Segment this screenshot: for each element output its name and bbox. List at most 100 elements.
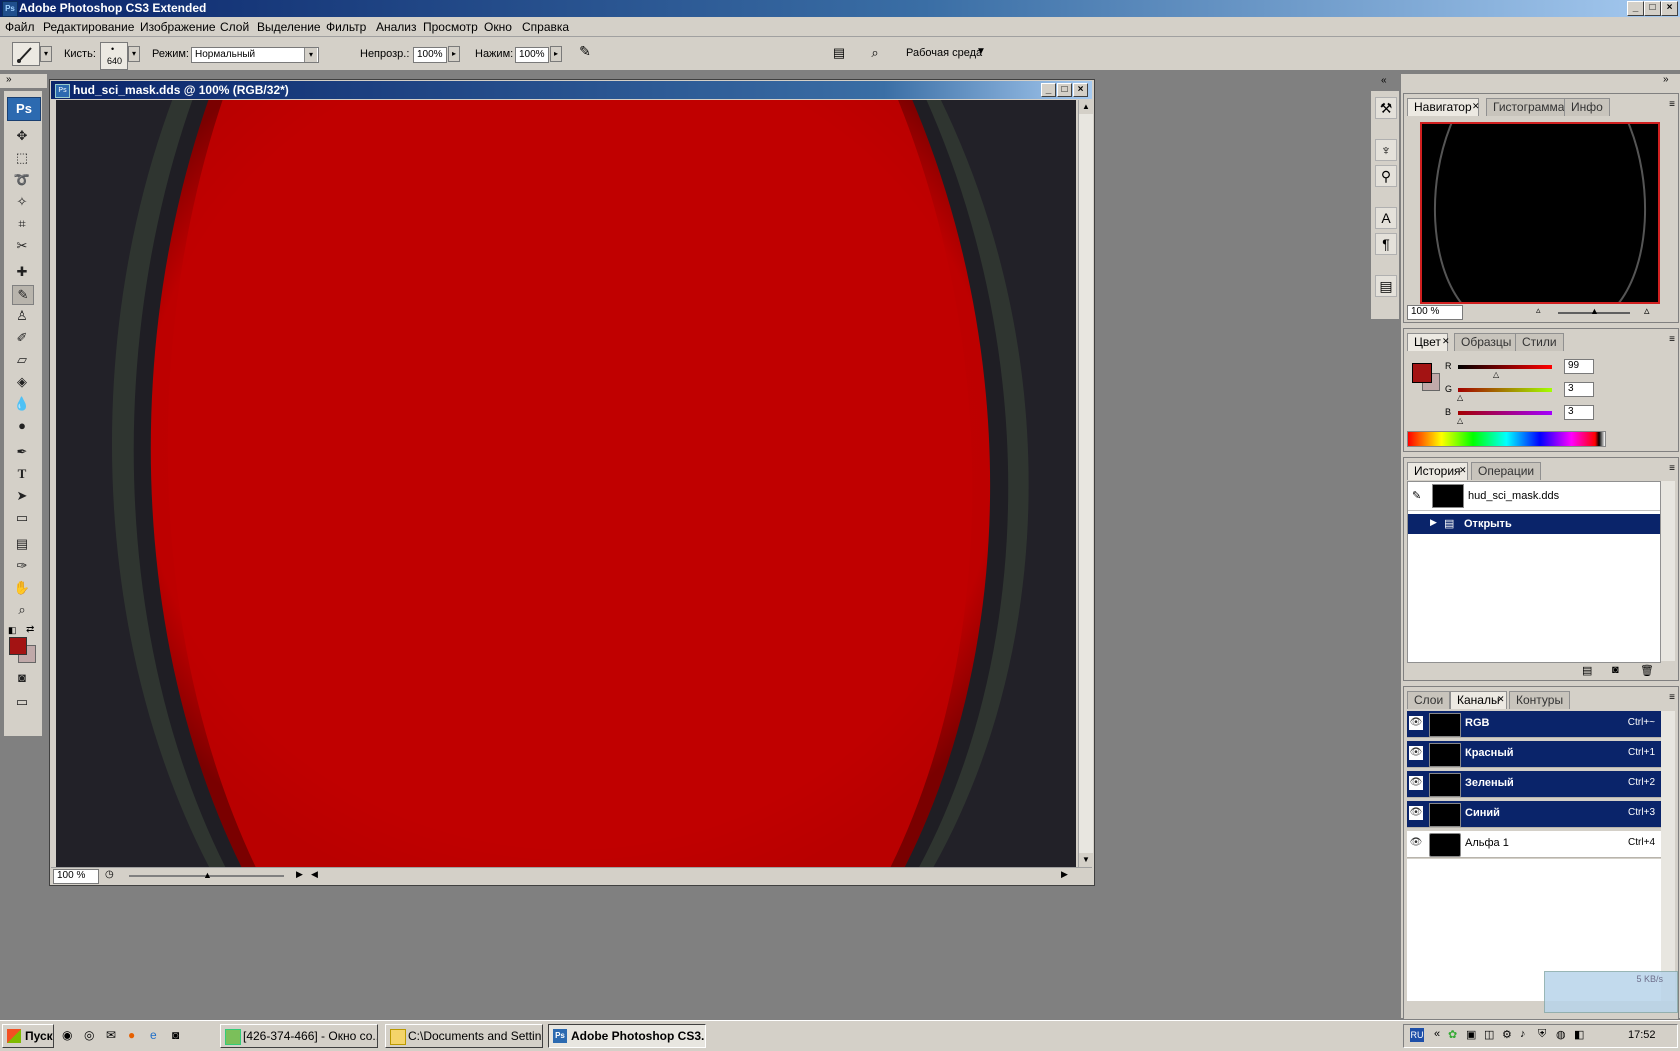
paragraph-icon[interactable]: ¶ [1375, 233, 1397, 255]
minimize-button[interactable]: _ [1627, 1, 1644, 16]
notes-tool-icon[interactable]: ▤ [12, 535, 32, 553]
start-button[interactable]: Пуск [2, 1024, 54, 1048]
tab-close-icon[interactable]: ✕ [1442, 336, 1450, 347]
flow-slider-button[interactable]: ▸ [550, 46, 562, 62]
tray-update-icon[interactable]: ◍ [1556, 1028, 1566, 1041]
bridge-icon[interactable]: ⌕ [864, 45, 886, 61]
image-canvas[interactable] [56, 100, 1076, 867]
channel-row-rgb[interactable]: 👁 RGB Ctrl+~ [1407, 711, 1661, 738]
slice-tool-icon[interactable]: ✂ [12, 237, 32, 255]
crop-tool-icon[interactable]: ⌗ [12, 215, 32, 233]
quicklaunch-desktop-icon[interactable]: ◙ [172, 1028, 179, 1042]
pen-tool-icon[interactable]: ✒ [12, 443, 32, 461]
tab-layers[interactable]: Слои [1407, 691, 1451, 709]
workspace-button[interactable]: Рабочая среда [906, 47, 982, 59]
tool-preset-picker[interactable] [12, 42, 40, 66]
tab-histogram[interactable]: Гистограмма [1486, 98, 1572, 116]
eye-icon[interactable]: 👁 [1409, 746, 1423, 760]
expand-panels-icon[interactable]: » [1663, 74, 1669, 85]
taskbar-button-explorer[interactable]: C:\Documents and Settin... [385, 1024, 543, 1048]
r-slider-track[interactable] [1458, 365, 1552, 369]
paint-bucket-tool-icon[interactable]: ◈ [12, 373, 32, 391]
navigator-zoom-field[interactable]: 100 % [1407, 305, 1463, 320]
blur-tool-icon[interactable]: 💧 [12, 395, 32, 413]
new-snapshot-icon[interactable]: ◙ [1612, 664, 1619, 676]
status-menu-icon[interactable]: ◷ [105, 869, 114, 880]
color-spectrum-ramp[interactable] [1407, 431, 1606, 447]
tab-actions[interactable]: Операции [1471, 462, 1542, 480]
character-icon[interactable]: A [1375, 207, 1397, 229]
doc-maximize-icon[interactable]: □ [1057, 83, 1072, 97]
eye-icon[interactable]: 👁 [1409, 806, 1423, 820]
channel-row-green[interactable]: 👁 Зеленый Ctrl+2 [1407, 771, 1661, 798]
doc-zoom-field[interactable]: 100 % [53, 869, 99, 884]
quicklaunch-browser-icon[interactable]: e [150, 1028, 157, 1042]
document-title-bar[interactable]: Ps hud_sci_mask.dds @ 100% (RGB/32*) _ □… [51, 81, 1092, 99]
g-input[interactable]: 3 [1564, 382, 1594, 397]
taskbar-button-window[interactable]: [426-374-466] - Окно со... [220, 1024, 378, 1048]
taskbar-button-photoshop[interactable]: Ps Adobe Photoshop CS3... [548, 1024, 706, 1048]
eye-icon[interactable]: 👁 [1409, 776, 1423, 790]
b-slider-track[interactable] [1458, 411, 1552, 415]
menu-layer[interactable]: Слой [220, 20, 249, 34]
dodge-tool-icon[interactable]: ● [12, 417, 32, 435]
opacity-slider-button[interactable]: ▸ [448, 46, 460, 62]
ps-logo-icon[interactable]: Ps [7, 97, 41, 121]
r-slider-thumb[interactable]: △ [1493, 370, 1499, 379]
scroll-right-icon[interactable]: ▶ [1061, 869, 1068, 880]
move-tool-icon[interactable]: ✥ [12, 127, 32, 145]
tray-connection-icon[interactable]: ◧ [1574, 1028, 1584, 1041]
panel-menu-icon[interactable]: ≡ [1669, 692, 1675, 703]
doc-minimize-icon[interactable]: _ [1041, 83, 1056, 97]
g-slider-track[interactable] [1458, 388, 1552, 392]
tool-presets-icon[interactable]: ⚒ [1375, 97, 1397, 119]
collapse-icon[interactable]: » [6, 74, 12, 85]
default-colors-icon[interactable]: ◧ [8, 625, 17, 636]
dock-collapse-icon[interactable]: « [1381, 75, 1387, 86]
brush-dropdown[interactable]: ▾ [128, 46, 140, 62]
navigator-preview[interactable] [1420, 122, 1660, 304]
menu-select[interactable]: Выделение [257, 20, 321, 34]
path-selection-tool-icon[interactable]: ➤ [12, 487, 32, 505]
tray-app-icon[interactable]: ✿ [1448, 1028, 1457, 1041]
eyedropper-tool-icon[interactable]: ✑ [12, 557, 32, 575]
menu-view[interactable]: Просмотр [423, 20, 478, 34]
quick-mask-icon[interactable]: ◙ [12, 669, 32, 687]
channel-row-alpha[interactable]: 👁 Альфа 1 Ctrl+4 [1407, 831, 1661, 858]
panel-menu-icon[interactable]: ≡ [1669, 99, 1675, 110]
doc-close-icon[interactable]: × [1073, 83, 1088, 97]
quicklaunch-mail-icon[interactable]: ✉ [106, 1028, 116, 1042]
airbrush-icon[interactable]: ✎ [574, 43, 596, 63]
type-tool-icon[interactable]: T [12, 465, 32, 483]
eraser-tool-icon[interactable]: ▱ [12, 351, 32, 369]
b-slider-thumb[interactable]: △ [1457, 416, 1463, 425]
history-brush-source-icon[interactable]: ✎ [1412, 489, 1421, 502]
history-step-row[interactable]: ▶ ▤ Открыть [1408, 514, 1660, 534]
panel-menu-icon[interactable]: ≡ [1669, 463, 1675, 474]
tray-network-icon[interactable]: ▣ [1466, 1028, 1476, 1041]
eye-icon[interactable]: 👁 [1409, 716, 1423, 730]
zoom-slider-thumb[interactable]: ▲ [203, 870, 212, 880]
g-slider-thumb[interactable]: △ [1457, 393, 1463, 402]
quicklaunch-icon[interactable]: ◎ [84, 1028, 94, 1042]
tab-paths[interactable]: Контуры [1509, 691, 1571, 709]
menu-filter[interactable]: Фильтр [326, 20, 366, 34]
history-snapshot-row[interactable]: ✎ hud_sci_mask.dds [1408, 482, 1660, 511]
history-brush-tool-icon[interactable]: ✐ [12, 329, 32, 347]
tab-styles[interactable]: Стили [1515, 333, 1564, 351]
tab-navigator[interactable]: Навигатор [1407, 98, 1479, 116]
lasso-tool-icon[interactable]: ➰ [12, 171, 32, 189]
scroll-left-icon[interactable]: ◀ [311, 869, 318, 880]
tab-close-icon[interactable]: ✕ [1497, 694, 1505, 705]
rectangle-tool-icon[interactable]: ▭ [12, 509, 32, 527]
menu-help[interactable]: Справка [522, 20, 569, 34]
tab-swatches[interactable]: Образцы [1454, 333, 1519, 351]
tray-security-icon[interactable]: ⛨ [1538, 1028, 1546, 1041]
workspace-dropdown-icon[interactable]: ▼ [976, 46, 986, 57]
zoom-tool-icon[interactable]: ⌕ [12, 601, 32, 619]
tab-info[interactable]: Инфо [1564, 98, 1610, 116]
toolbox-header[interactable]: » [0, 74, 47, 88]
channel-row-red[interactable]: 👁 Красный Ctrl+1 [1407, 741, 1661, 768]
close-button[interactable]: × [1661, 1, 1678, 16]
magic-wand-tool-icon[interactable]: ✧ [12, 193, 32, 211]
